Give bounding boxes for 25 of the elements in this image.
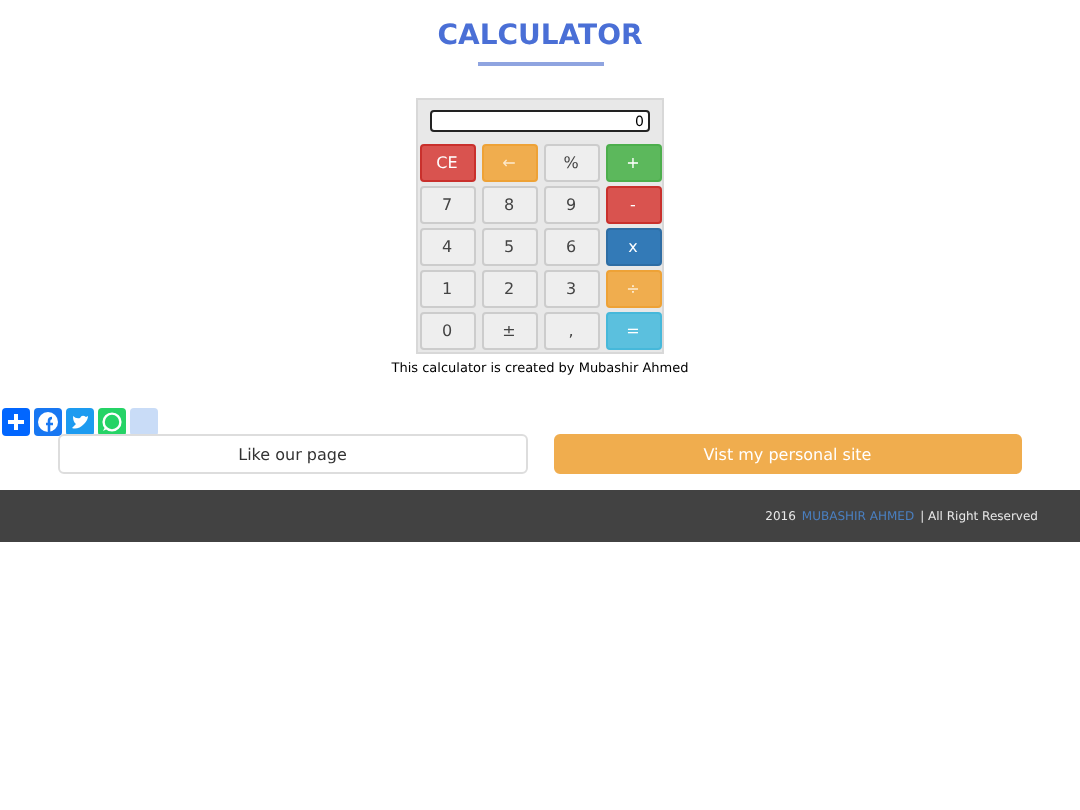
calculator-key[interactable]: , bbox=[543, 312, 599, 350]
calculator-key[interactable]: % bbox=[543, 144, 599, 182]
facebook-share-button[interactable] bbox=[34, 408, 62, 436]
calculator-key[interactable]: 3 bbox=[543, 270, 599, 308]
calculator-key[interactable]: 1 bbox=[419, 270, 475, 308]
twitter-share-button[interactable] bbox=[66, 408, 94, 436]
like-page-button[interactable]: Like our page bbox=[58, 434, 527, 474]
calculator-key[interactable]: 0 bbox=[419, 312, 475, 350]
whatsapp-share-button[interactable] bbox=[98, 408, 126, 436]
calculator-key[interactable]: - bbox=[605, 186, 661, 224]
calculator-key[interactable]: 7 bbox=[419, 186, 475, 224]
plus-icon bbox=[2, 408, 30, 436]
page-title: CALCULATOR bbox=[437, 20, 643, 52]
calculator-key[interactable]: 9 bbox=[543, 186, 599, 224]
calculator-key[interactable]: 2 bbox=[481, 270, 537, 308]
calculator-key[interactable]: 5 bbox=[481, 228, 537, 266]
calculator-key[interactable]: CE bbox=[419, 144, 475, 182]
chat-bubble-icon bbox=[98, 408, 126, 436]
calculator-key[interactable]: x bbox=[605, 228, 661, 266]
calculator-key[interactable]: ± bbox=[481, 312, 537, 350]
calculator-key[interactable]: 4 bbox=[419, 228, 475, 266]
facebook-icon bbox=[34, 408, 62, 436]
calculator-key[interactable]: 8 bbox=[481, 186, 537, 224]
calculator-key[interactable]: 6 bbox=[543, 228, 599, 266]
share-plus-button[interactable] bbox=[2, 408, 30, 436]
